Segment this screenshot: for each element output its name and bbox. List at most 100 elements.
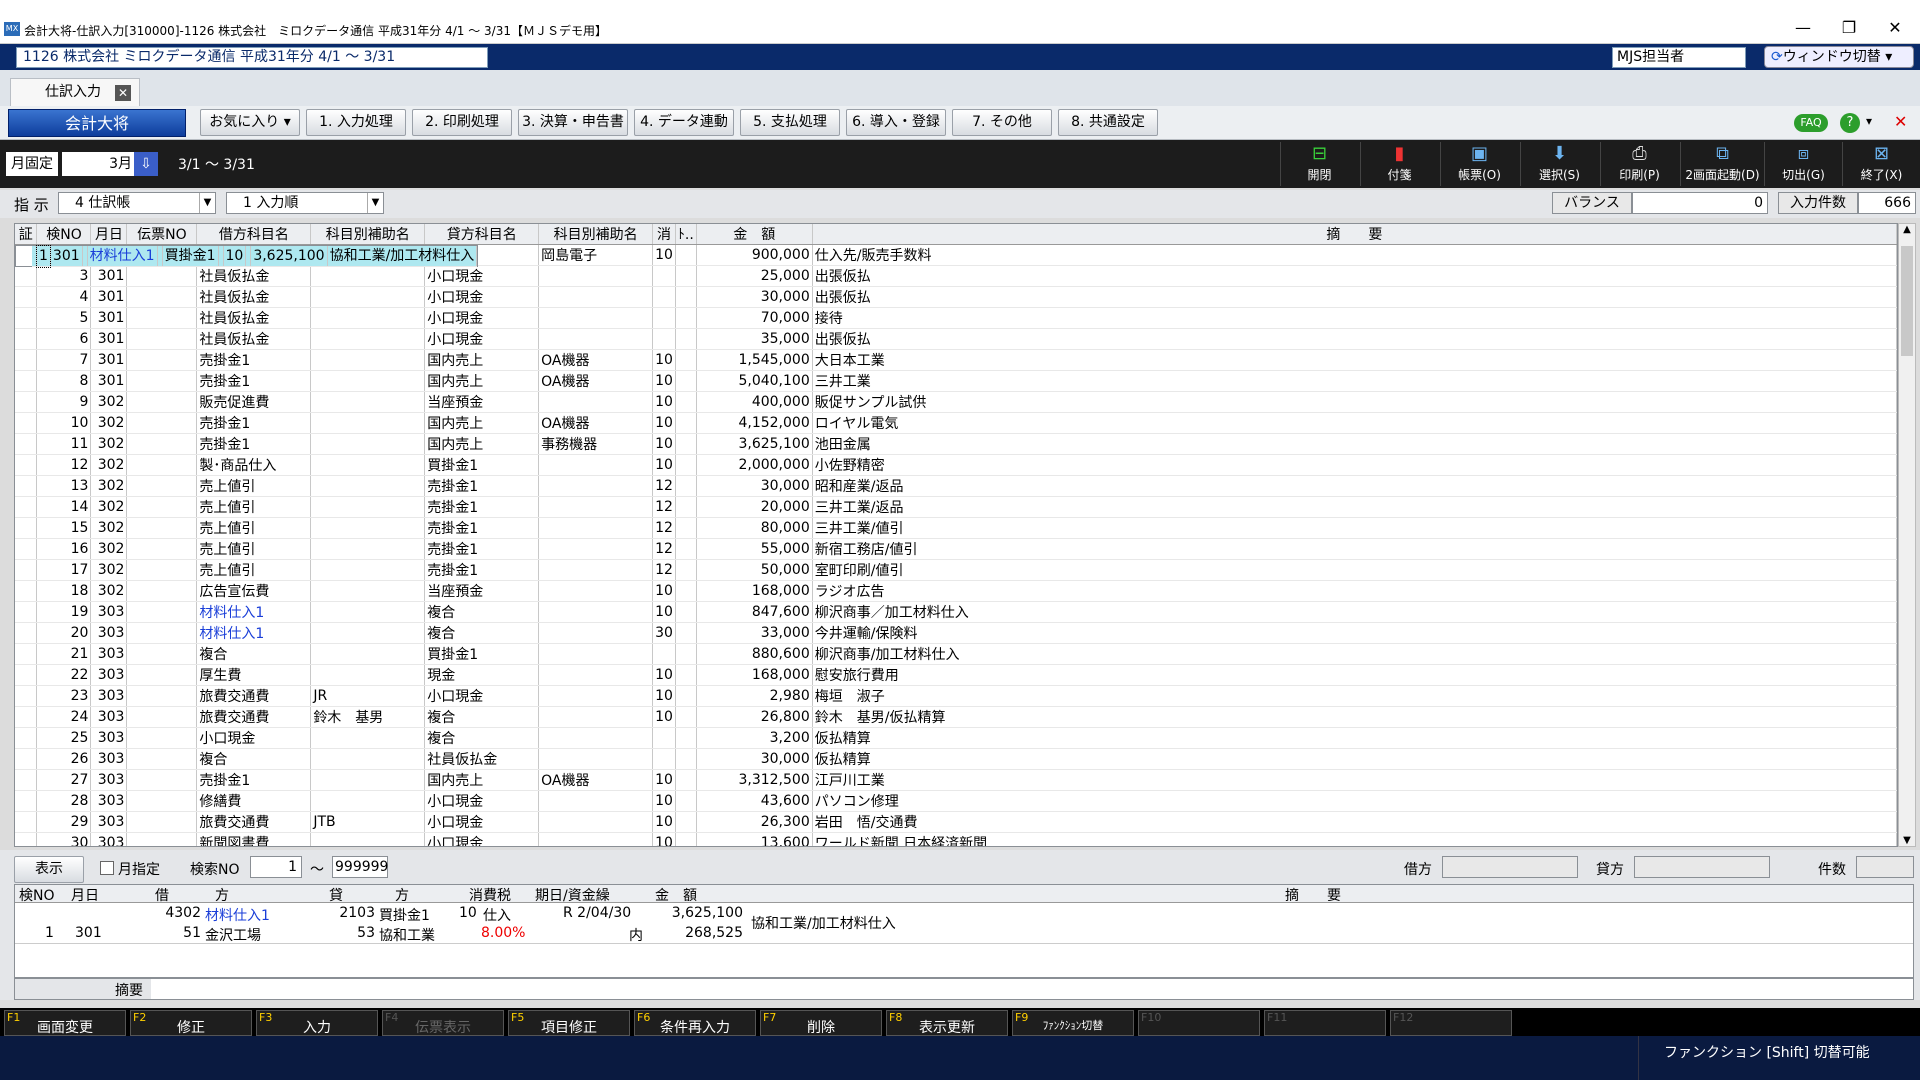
col-header[interactable]: 月日 [90,224,128,245]
table-cell[interactable]: 26 [36,748,92,770]
table-cell[interactable]: 301 [90,370,128,392]
table-cell[interactable] [15,370,38,392]
table-cell[interactable] [15,454,38,476]
month-select[interactable]: 3月 ⇩ [62,152,158,176]
table-cell[interactable]: 売掛金1 [424,538,540,560]
table-cell[interactable] [310,475,426,497]
cutout-button[interactable]: ⧈ 切出(G) [1764,142,1842,186]
table-cell[interactable] [310,559,426,581]
table-cell[interactable]: 22 [36,664,92,686]
table-cell[interactable] [126,706,198,728]
table-cell[interactable]: OA機器 [538,349,654,371]
table-cell[interactable] [15,538,38,560]
table-cell[interactable]: 10 [652,349,676,371]
table-cell[interactable]: 接待 [812,307,1897,329]
table-cell[interactable] [126,538,198,560]
table-cell[interactable]: 社員仮払金 [196,307,312,329]
table-cell[interactable]: 26,800 [696,706,813,728]
table-row[interactable]: 3 301 社員仮払金 小口現金 25,000 出張仮払 [15,265,1897,287]
table-cell[interactable]: 12 [36,454,92,476]
table-cell[interactable]: 柳沢商事/加工材料仕入 [812,643,1897,665]
table-cell[interactable]: 当座預金 [424,391,540,413]
table-cell[interactable]: 16 [36,538,92,560]
table-cell[interactable]: 小口現金 [424,685,540,707]
table-cell[interactable]: 301 [50,246,83,267]
table-cell[interactable] [675,748,697,770]
table-cell[interactable] [310,790,426,812]
table-cell[interactable]: OA機器 [538,412,654,434]
table-row[interactable]: 6 301 社員仮払金 小口現金 35,000 出張仮払 [15,328,1897,350]
table-cell[interactable] [310,727,426,749]
arrow-down-icon[interactable]: ⇩ [134,152,158,176]
table-cell[interactable] [538,517,654,539]
print-button[interactable]: ⎙ 印刷(P) [1600,142,1678,186]
table-cell[interactable]: 小口現金 [424,811,540,833]
table-cell[interactable] [538,496,654,518]
table-cell[interactable]: 19 [36,601,92,623]
table-row[interactable]: 18 302 広告宣伝費 当座預金 10 168,000 ラジオ広告 [15,580,1897,602]
table-cell[interactable]: 売掛金1 [196,433,312,455]
table-cell[interactable]: 10 [652,433,676,455]
table-cell[interactable]: 12 [652,475,676,497]
table-cell[interactable] [310,496,426,518]
table-cell[interactable] [538,685,654,707]
table-cell[interactable]: 事務機器 [538,433,654,455]
table-cell[interactable] [126,349,198,371]
table-cell[interactable] [15,790,38,812]
table-cell[interactable] [675,622,697,644]
table-cell[interactable] [15,307,38,329]
table-cell[interactable]: 11 [36,433,92,455]
debit-sub-code[interactable]: 51 [155,925,201,941]
table-cell[interactable]: 900,000 [696,245,813,266]
table-cell[interactable]: ラジオ広告 [812,580,1897,602]
table-cell[interactable]: 21 [36,643,92,665]
table-cell[interactable] [310,517,426,539]
table-cell[interactable]: 20 [36,622,92,644]
table-cell[interactable]: 303 [90,643,128,665]
table-cell[interactable] [675,706,697,728]
table-cell[interactable]: 3,625,100 [696,433,813,455]
table-cell[interactable]: 新宿工務店/値引 [812,538,1897,560]
grid-scrollbar[interactable]: ▲ ▼ [1898,223,1916,847]
menu-other[interactable]: 7. その他 [952,109,1052,136]
table-cell[interactable]: 売上値引 [196,559,312,581]
table-row[interactable]: 13 302 売上値引 売掛金1 12 30,000 昭和産業/返品 [15,475,1897,497]
table-cell[interactable] [126,517,198,539]
table-cell[interactable] [15,685,38,707]
table-cell[interactable]: 岡島電子 [538,245,654,266]
table-cell[interactable] [15,391,38,413]
table-cell[interactable] [675,286,697,308]
table-cell[interactable] [15,727,38,749]
table-cell[interactable]: 売上値引 [196,517,312,539]
chevron-down-icon[interactable]: ▾ [1866,114,1872,128]
table-cell[interactable]: 25,000 [696,265,813,287]
table-cell[interactable]: 小口現金 [424,328,540,350]
table-cell[interactable] [15,664,38,686]
table-cell[interactable]: 協和工業/加工材料仕入 [327,246,478,267]
table-cell[interactable]: OA機器 [538,769,654,791]
table-cell[interactable]: 複合 [424,727,540,749]
table-row[interactable]: 16 302 売上値引 売掛金1 12 55,000 新宿工務店/値引 [15,538,1897,560]
table-cell[interactable] [538,643,654,665]
table-cell[interactable]: 買掛金1 [424,643,540,665]
table-cell[interactable]: 24 [36,706,92,728]
table-cell[interactable]: 大日本工業 [812,349,1897,371]
fkey-f9[interactable]: F9 ﾌｧﾝｸｼｮﾝ切替 [1012,1010,1134,1036]
table-cell[interactable]: 仮払精算 [812,727,1897,749]
table-cell[interactable]: 302 [90,475,128,497]
table-cell[interactable] [126,559,198,581]
credit-filter-input[interactable] [1634,856,1770,878]
table-cell[interactable]: 880,600 [696,643,813,665]
table-cell[interactable] [675,601,697,623]
table-cell[interactable]: 3,312,500 [696,769,813,791]
table-cell[interactable] [15,748,38,770]
menu-settlement[interactable]: 3. 決算・申告書 [518,109,628,136]
show-button[interactable]: 表示 [14,856,84,883]
table-cell[interactable]: 小佐野精密 [812,454,1897,476]
table-cell[interactable] [126,601,198,623]
table-cell[interactable]: 国内売上 [424,769,540,791]
minimize-icon[interactable]: — [1780,16,1826,40]
table-row[interactable]: 14 302 売上値引 売掛金1 12 20,000 三井工業/返品 [15,496,1897,518]
table-cell[interactable]: 25 [36,727,92,749]
open-close-button[interactable]: ⊟ 開閉 [1280,142,1358,186]
